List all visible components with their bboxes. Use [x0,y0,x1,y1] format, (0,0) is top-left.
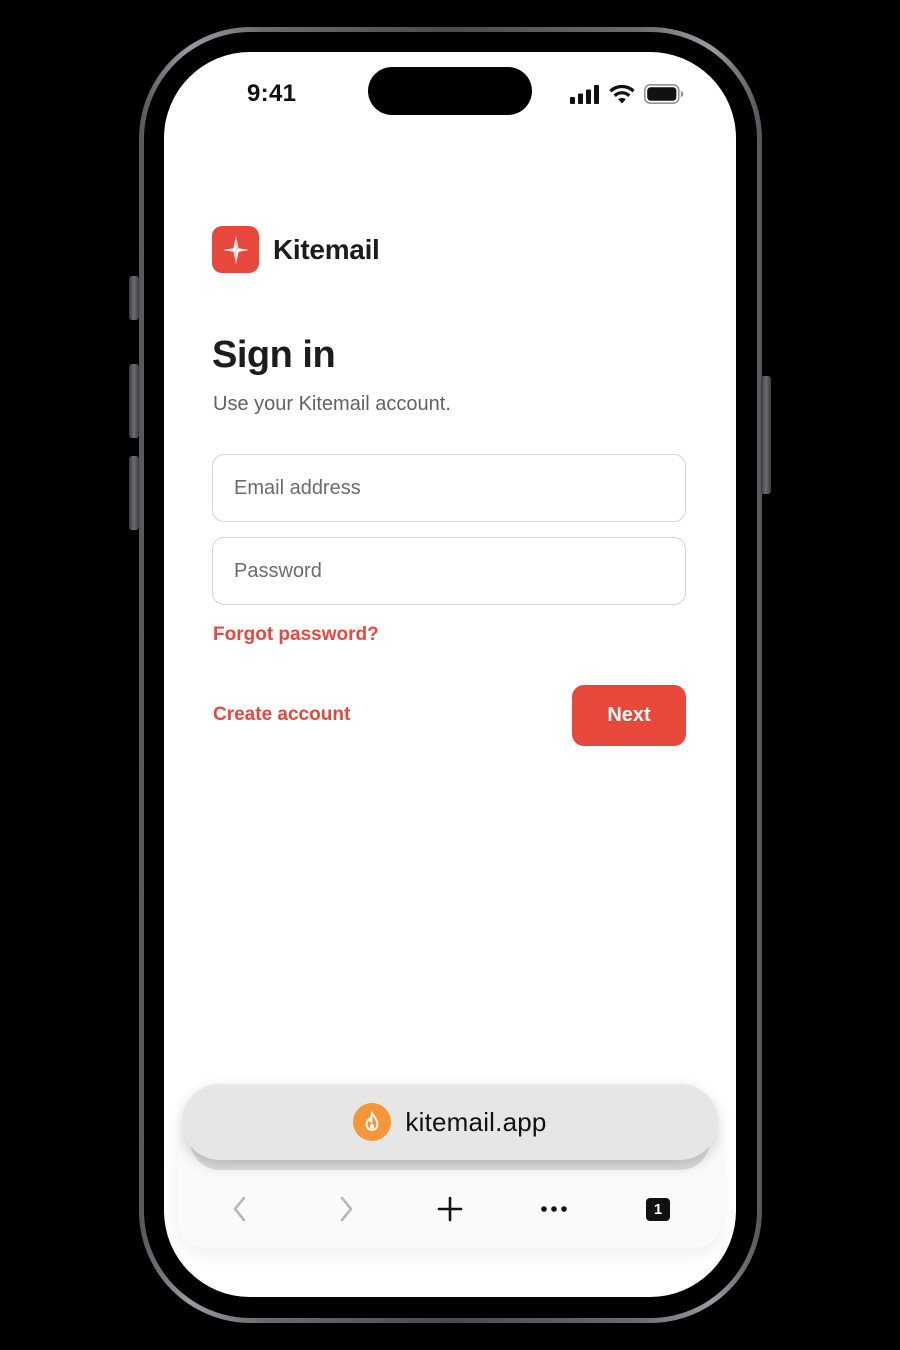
page-subtitle: Use your Kitemail account. [213,393,451,415]
new-tab-button[interactable] [425,1184,475,1234]
page-title: Sign in [212,334,336,376]
dynamic-island [368,67,532,115]
status-icons [570,84,684,104]
chevron-left-icon [233,1196,246,1222]
more-dots-icon [541,1206,567,1212]
create-account-link[interactable]: Create account [213,704,350,726]
email-field[interactable] [212,454,686,522]
brand: Kitemail [212,226,380,273]
tabs-button[interactable]: 1 [633,1184,683,1234]
battery-icon [644,84,684,104]
plus-icon [437,1196,463,1222]
cellular-signal-icon [570,84,600,104]
tab-count-badge: 1 [646,1197,670,1221]
silent-switch [129,276,139,320]
phone-screen: 9:41 Kitemail Sign in Use your Kitemail … [164,52,736,1297]
wifi-icon [609,84,635,104]
forgot-password-link[interactable]: Forgot password? [213,624,379,646]
flame-icon [353,1103,392,1141]
chevron-right-icon [340,1196,353,1222]
browser-toolbar-buttons: 1 [178,1184,721,1234]
kite-logo-icon [212,226,259,273]
address-bar[interactable]: kitemail.app [182,1084,718,1160]
volume-down-button [129,456,139,530]
volume-up-button [129,364,139,438]
more-button[interactable] [529,1184,579,1234]
back-button[interactable] [215,1184,265,1234]
power-button [761,376,771,494]
status-time: 9:41 [247,80,297,107]
url-text: kitemail.app [405,1106,547,1137]
brand-name: Kitemail [273,233,380,265]
forward-button[interactable] [321,1184,371,1234]
next-button[interactable]: Next [572,685,686,746]
password-field[interactable] [212,537,686,605]
